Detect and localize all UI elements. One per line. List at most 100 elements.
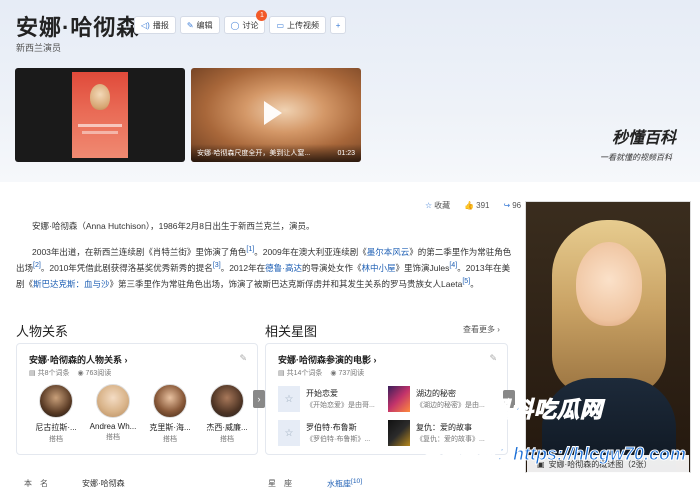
share-icon: ↪: [503, 201, 511, 210]
intro-paragraph-1: 安娜·哈彻森（Anna Hutchison），1986年2月8日出生于新西兰克兰…: [32, 221, 315, 231]
person-link[interactable]: 德鲁·高达: [265, 263, 302, 273]
entry-icon: ▤: [278, 370, 285, 377]
collect-label: 收藏: [434, 201, 451, 210]
brand-logo: 秒懂百科: [612, 130, 677, 147]
collect-button[interactable]: ☆ 收藏: [425, 200, 450, 211]
show-link[interactable]: 墨尔本风云: [367, 247, 410, 257]
movie-item[interactable]: ☆ 罗伯特·布鲁斯 《罗伯特·布鲁斯》...: [278, 420, 394, 446]
relations-card-title[interactable]: 安娜·哈彻森的人物关系 ›: [29, 353, 128, 366]
next-arrow-icon[interactable]: ›: [253, 390, 265, 408]
video-poster: [72, 72, 128, 158]
share-button[interactable]: ↪ 96: [504, 201, 522, 210]
text: 2003年出道，在新西兰连续剧《肖特兰街》里饰演了角色: [32, 246, 247, 257]
relation-person[interactable]: Andrea Wh... 搭档: [87, 384, 139, 442]
video-upload-icon: ▭: [276, 20, 285, 30]
ref-link[interactable]: [2]: [33, 261, 41, 269]
relation-person[interactable]: 杰西·威廉... 搭档: [201, 384, 253, 444]
watermark-url: 看完整版：https://hlcgw70.com: [422, 444, 687, 465]
relation-person[interactable]: 克里斯·海... 搭档: [144, 384, 196, 444]
info-name-value: 安娜·哈彻森: [82, 479, 125, 488]
profile-photo[interactable]: [525, 201, 691, 473]
pencil-icon[interactable]: ✎: [239, 353, 247, 364]
person-name: 尼古拉斯·...: [35, 423, 77, 432]
view-count: 737阅读: [338, 370, 365, 377]
avatar: [210, 384, 244, 418]
sign-link[interactable]: 水瓶座: [327, 480, 351, 489]
relations-card: 安娜·哈彻森的人物关系 › ▤ 共8个词条 ◉ 763阅读 ✎ 尼古拉斯·...…: [16, 343, 265, 455]
avatar: [153, 384, 187, 418]
video-caption: 安娜·哈彻森尺度全开，美到让人窒...: [197, 150, 311, 157]
movie-poster: [388, 420, 410, 446]
discuss-label: 讨论: [242, 20, 259, 30]
movie-item[interactable]: ☆ 开始恋爱 《开始恋爱》是由哥...: [278, 386, 394, 412]
entry-icon: ▤: [29, 370, 36, 377]
add-button[interactable]: +: [330, 16, 347, 34]
share-count: 96: [512, 201, 522, 210]
chat-icon: ◯: [230, 20, 240, 30]
stars-card-title[interactable]: 安娜·哈彻森参演的电影 ›: [278, 353, 377, 366]
movie-desc: 《罗伯特·布鲁斯》...: [306, 436, 371, 443]
relation-person[interactable]: 尼古拉斯·... 搭档: [30, 384, 82, 444]
text: 》里饰演Jules: [395, 262, 450, 273]
relations-card-meta: ▤ 共8个词条 ◉ 763阅读: [29, 368, 111, 378]
chevron-right-icon: ›: [373, 355, 377, 365]
video-caption-bar: 安娜·哈彻森尺度全开，美到让人窒... 01:23: [191, 144, 361, 162]
info-name-label: 本 名: [24, 479, 48, 488]
discuss-button[interactable]: ◯ 讨论 1: [223, 10, 268, 34]
view-more-label: 查看更多: [463, 325, 495, 334]
star-icon: ☆: [425, 201, 433, 210]
series-link[interactable]: 斯巴达克斯：血与沙: [33, 278, 110, 288]
avatar: [96, 384, 130, 418]
thumb-up-icon: 👍: [464, 201, 475, 210]
broadcast-label: 播报: [152, 20, 169, 30]
card-title-text: 安娜·哈彻森的人物关系: [29, 355, 122, 365]
avatar: [39, 384, 73, 418]
person-name: 杰西·威廉...: [206, 423, 248, 432]
page-title: 安娜·哈彻森: [16, 15, 140, 40]
ref-link[interactable]: [10]: [351, 478, 362, 485]
text: 的导演处女作《: [301, 262, 362, 273]
stars-section-title: 相关星图: [265, 324, 318, 339]
photo-face: [576, 242, 642, 326]
like-button[interactable]: 👍 391: [464, 201, 489, 210]
video-duration: 01:23: [337, 149, 355, 157]
stars-card: 安娜·哈彻森参演的电影 › ▤ 共14个词条 ◉ 737阅读 ✎ ☆ 开始恋爱 …: [265, 343, 515, 455]
person-name: Andrea Wh...: [89, 422, 137, 431]
text: 。2010年凭借此剧获得洛基奖优秀新秀的提名: [40, 262, 213, 273]
view-more-link[interactable]: 查看更多 ›: [463, 324, 500, 335]
play-icon[interactable]: [264, 101, 282, 125]
plus-icon: +: [335, 20, 341, 30]
upload-video-button[interactable]: ▭ 上传视频: [269, 16, 327, 34]
edit-button[interactable]: ✎ 编辑: [179, 16, 220, 34]
person-name: 克里斯·海...: [149, 423, 191, 432]
video-thumbnail-1[interactable]: [15, 68, 185, 162]
eye-icon: ◉: [77, 370, 84, 377]
watermark-title: 黑料吃瓜网: [487, 397, 604, 423]
movie-title: 湖边的秘密: [416, 389, 456, 398]
movie-title: 开始恋爱: [306, 389, 338, 398]
discuss-count-badge: 1: [256, 10, 268, 21]
movie-link[interactable]: 林中小屋: [361, 263, 395, 273]
ref-link[interactable]: [5]: [462, 277, 470, 285]
movie-poster: [388, 386, 410, 412]
video-thumbnail-2[interactable]: 安娜·哈彻森尺度全开，美到让人窒... 01:23: [191, 68, 361, 162]
poster-face: [90, 84, 110, 110]
relations-section-title: 人物关系: [16, 324, 69, 339]
movie-item[interactable]: 湖边的秘密 《湖边的秘密》是由...: [388, 386, 504, 412]
text: 》第三季里作为常驻角色出场，饰演了被斯巴达克斯俘虏并和其发生关系的罗马贵族女人L…: [109, 278, 463, 289]
info-sign-label: 星 座: [268, 479, 292, 488]
pencil-icon[interactable]: ✎: [489, 353, 497, 364]
person-role: 搭档: [106, 434, 120, 441]
text: 。2012年在: [220, 262, 266, 273]
broadcast-button[interactable]: ◁) 播报: [134, 16, 176, 34]
eye-icon: ◉: [330, 370, 337, 377]
page-subtitle: 新西兰演员: [16, 43, 62, 53]
text: 。2009年在澳大利亚连续剧《: [254, 246, 367, 257]
text: 。: [470, 278, 479, 289]
action-bar: ◁) 播报 ✎ 编辑 ◯ 讨论 1 ▭ 上传视频 +: [134, 10, 347, 34]
upload-video-label: 上传视频: [287, 20, 320, 30]
edit-label: 编辑: [196, 20, 213, 30]
movie-desc: 《开始恋爱》是由哥...: [306, 402, 375, 409]
ref-link[interactable]: [3]: [213, 261, 221, 269]
edit-icon: ✎: [186, 20, 194, 30]
